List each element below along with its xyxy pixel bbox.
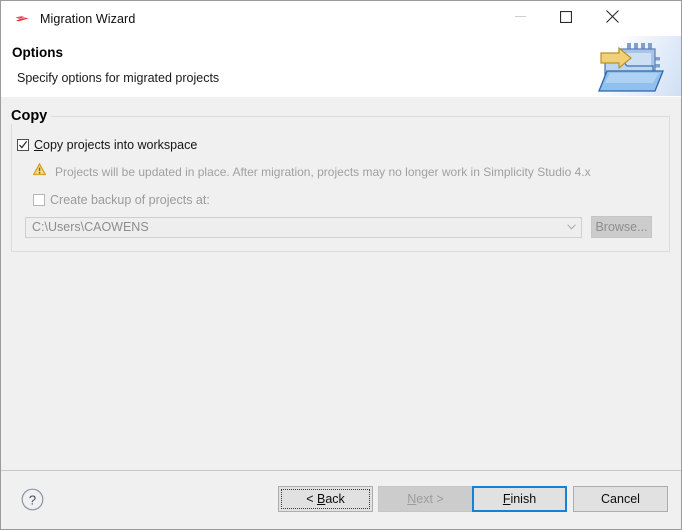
create-backup-checkbox-row[interactable]: Create backup of projects at: bbox=[33, 193, 210, 207]
maximize-icon[interactable] bbox=[543, 1, 589, 32]
warning-triangle-icon bbox=[32, 162, 47, 181]
import-projects-folder-icon bbox=[593, 39, 673, 97]
close-icon[interactable] bbox=[589, 1, 635, 32]
copy-group-label: Copy bbox=[8, 108, 52, 124]
next-button[interactable]: Next > bbox=[378, 486, 473, 512]
minimize-icon[interactable] bbox=[497, 1, 543, 32]
dialog-footer: ? < Back Next > Finish Cancel bbox=[1, 470, 681, 529]
migration-wizard-dialog: Migration Wizard Options Specify options… bbox=[0, 0, 682, 530]
copy-projects-checkbox-row[interactable]: Copy projects into workspace bbox=[17, 138, 197, 152]
header-banner bbox=[577, 36, 681, 96]
svg-text:?: ? bbox=[29, 492, 36, 507]
copy-projects-checkbox[interactable] bbox=[17, 139, 29, 151]
chevron-down-icon[interactable] bbox=[562, 218, 581, 237]
create-backup-checkbox[interactable] bbox=[33, 194, 45, 206]
backup-path-combobox[interactable]: C:\Users\CAOWENS bbox=[25, 216, 582, 238]
window-title: Migration Wizard bbox=[40, 11, 136, 26]
page-subtitle: Specify options for migrated projects bbox=[17, 71, 220, 85]
wizard-content: Copy Copy projects into workspace Projec… bbox=[1, 97, 681, 470]
create-backup-label: Create backup of projects at: bbox=[50, 193, 210, 207]
back-button[interactable]: < Back bbox=[278, 486, 373, 512]
browse-button[interactable]: Browse... bbox=[591, 216, 652, 238]
help-question-icon[interactable]: ? bbox=[21, 488, 44, 511]
back-button-label: < Back bbox=[306, 492, 345, 506]
copy-projects-label: Copy projects into workspace bbox=[34, 138, 197, 152]
warning-text: Projects will be updated in place. After… bbox=[55, 165, 591, 179]
finish-button[interactable]: Finish bbox=[472, 486, 567, 512]
warning-row: Projects will be updated in place. After… bbox=[32, 162, 591, 181]
page-title: Options bbox=[12, 45, 63, 60]
migration-wizard-icon bbox=[13, 10, 31, 28]
copy-projects-mnemonic: C bbox=[34, 138, 44, 152]
backup-path-row: C:\Users\CAOWENS Browse... bbox=[25, 216, 652, 238]
cancel-button[interactable]: Cancel bbox=[573, 486, 668, 512]
backup-path-value: C:\Users\CAOWENS bbox=[32, 220, 149, 234]
wizard-header: Options Specify options for migrated pro… bbox=[1, 36, 681, 98]
title-bar: Migration Wizard bbox=[1, 1, 681, 36]
copy-projects-label-rest: opy projects into workspace bbox=[43, 138, 198, 152]
